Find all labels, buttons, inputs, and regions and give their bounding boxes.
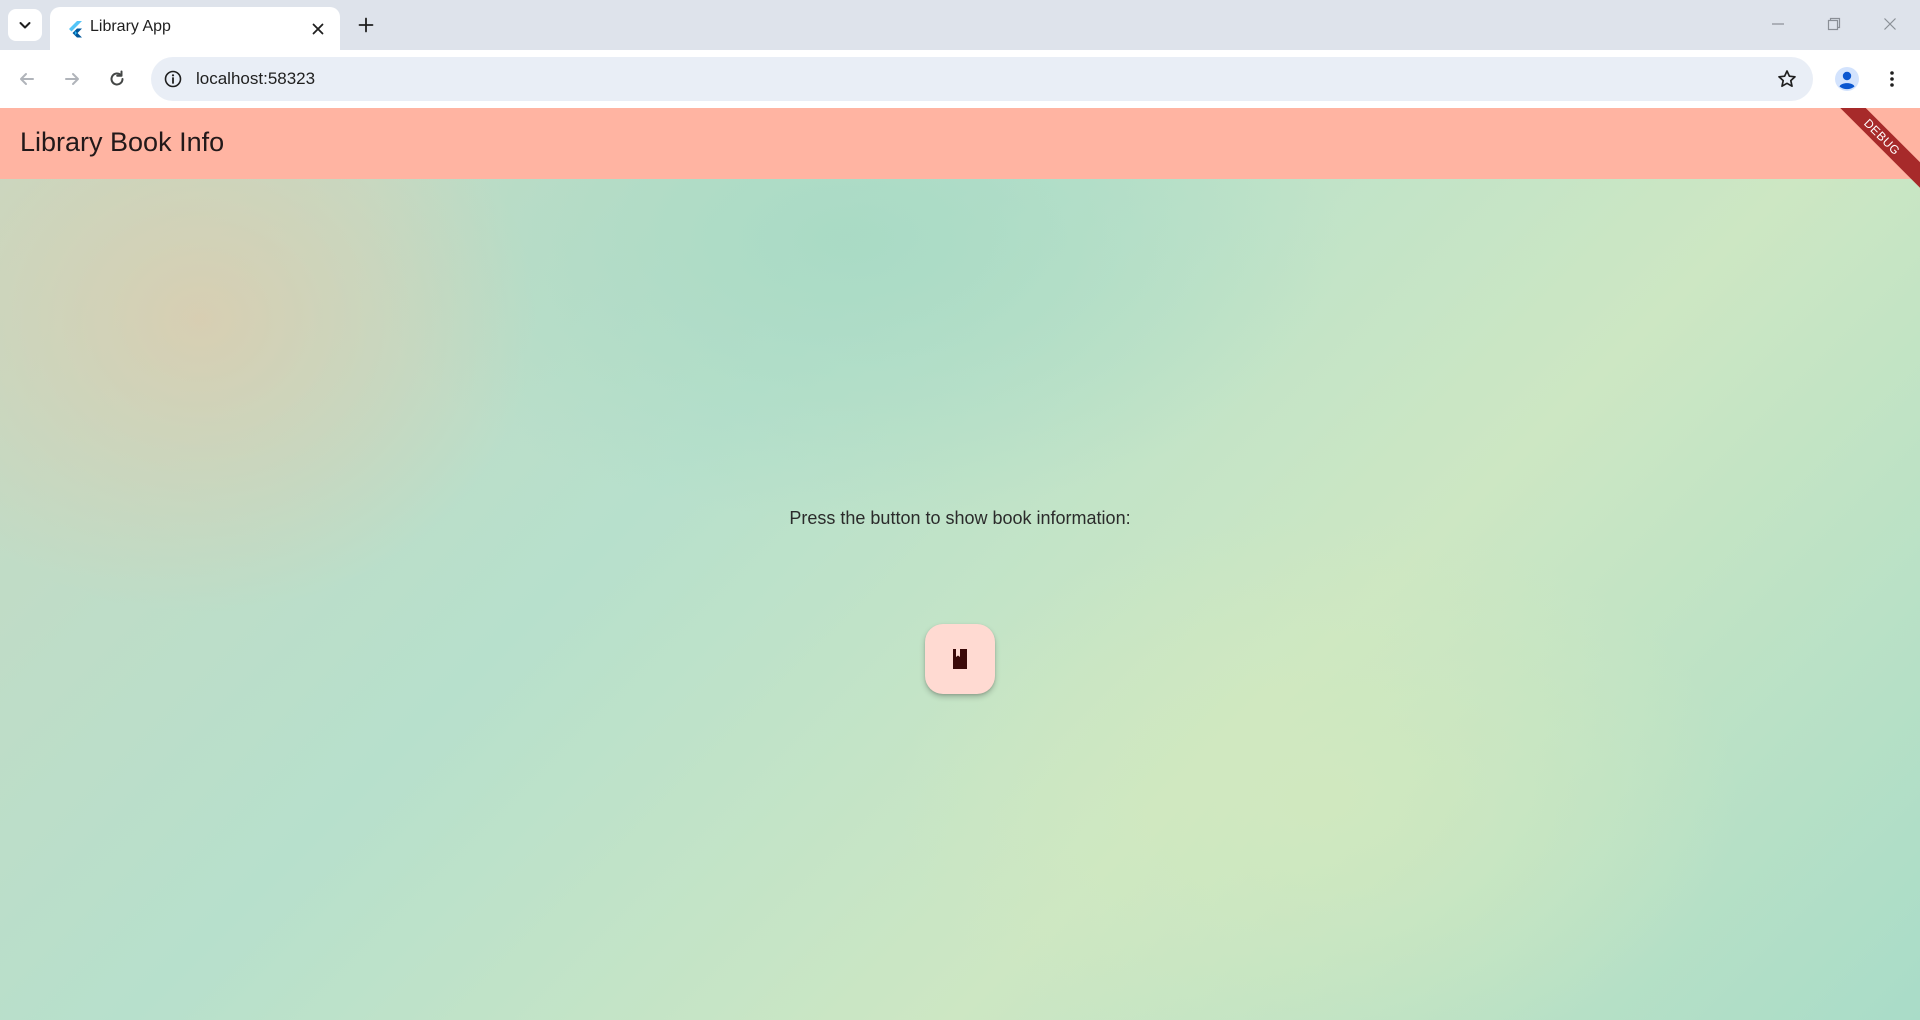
plus-icon [358,17,374,33]
star-icon [1778,70,1796,88]
window-close-button[interactable] [1862,0,1918,48]
restore-button[interactable] [1806,0,1862,48]
address-bar[interactable]: localhost:58323 [151,57,1813,101]
tab-close-button[interactable] [308,19,328,39]
browser-tabstrip: Library App [0,0,1920,50]
browser-toolbar: localhost:58323 [0,50,1920,108]
tab-title: Library App [90,18,171,35]
restore-icon [1827,17,1841,31]
arrow-right-icon [65,73,79,85]
show-book-info-button[interactable] [925,624,995,694]
avatar-icon [1835,67,1859,91]
forward-button[interactable] [54,61,90,97]
info-icon [164,70,182,88]
app-viewport: Library Book Info DEBUG Press the button… [0,108,1920,1020]
minimize-icon [1772,23,1784,25]
more-vertical-icon [1890,71,1894,87]
chevron-down-icon [19,22,31,29]
back-button[interactable] [9,61,45,97]
book-icon [953,649,967,669]
close-icon [1884,18,1896,30]
app-body: Press the button to show book informatio… [0,179,1920,1020]
tab-search-button[interactable] [8,9,42,41]
app-bar: Library Book Info [0,108,1920,179]
arrow-left-icon [20,73,34,85]
reload-icon [110,70,124,86]
minimize-button[interactable] [1750,0,1806,48]
reload-button[interactable] [99,61,135,97]
new-tab-button[interactable] [352,11,380,39]
flutter-icon [69,21,82,38]
profile-button[interactable] [1829,61,1865,97]
instruction-text: Press the button to show book informatio… [789,508,1131,528]
url-text: localhost:58323 [196,69,316,88]
close-icon [312,23,324,35]
browser-tab-active[interactable]: Library App [50,7,340,50]
site-info-button[interactable] [161,67,185,91]
page-title: Library Book Info [20,127,225,157]
bookmark-button[interactable] [1775,67,1799,91]
browser-menu-button[interactable] [1874,61,1910,97]
